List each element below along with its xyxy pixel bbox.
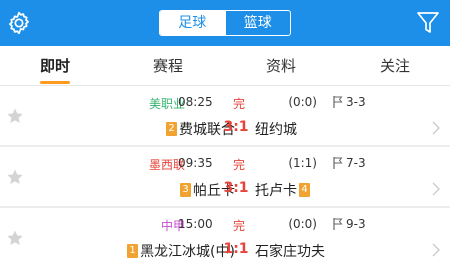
home-team: 1 黑龙江冰城(中) [127,241,235,261]
sport-switcher: 足球 篮球 [159,10,291,36]
home-rank-badge: 2 [166,122,177,136]
corner-flag-icon [333,157,343,169]
match-status: 完 [232,158,245,172]
away-team: 托卢卡 4 [255,180,310,200]
away-team-name: 纽约城 [255,122,297,138]
chevron-right-icon [432,243,440,257]
away-rank-badge: 4 [299,183,310,197]
chevron-right-icon [432,182,440,196]
main-tabs: 即时 赛程 资料 关注 [0,46,450,86]
match-row[interactable]: 美职业 08:25 完 (0:0) 3-3 2 费城联合 3:1 纽约城 [0,86,450,145]
match-status: 完 [232,219,245,233]
away-team: 石家庄功夫 [255,241,325,261]
match-time: 15:00 [178,217,213,231]
filter-button[interactable] [416,10,440,36]
half-time-score: (0:0) [288,217,317,231]
match-status: 完 [232,97,245,111]
match-list: 美职业 08:25 完 (0:0) 3-3 2 费城联合 3:1 纽约城 墨西联… [0,86,450,267]
match-row[interactable]: 墨西联 09:35 完 (1:1) 7-3 3 帕丘卡 3:1 托卢卡 4 [0,147,450,206]
half-time-score: (1:1) [288,156,317,170]
gear-icon [9,11,29,35]
match-score: 3:1 [223,119,249,135]
chevron-right-icon [432,121,440,135]
star-icon[interactable] [6,168,24,186]
match-score: 1:1 [223,241,249,257]
top-bar: 足球 篮球 [0,0,450,46]
away-team: 纽约城 [255,119,297,139]
settings-button[interactable] [6,10,32,36]
away-team-name: 石家庄功夫 [255,244,325,260]
segment-basketball[interactable]: 篮球 [224,11,291,35]
tab-data[interactable]: 资料 [241,46,321,86]
half-time-score: (0:0) [288,95,317,109]
tab-follow[interactable]: 关注 [355,46,435,86]
match-time: 08:25 [178,95,213,109]
filter-icon [417,12,439,33]
star-icon[interactable] [6,229,24,247]
match-row[interactable]: 中甲 15:00 完 (0:0) 9-3 1 黑龙江冰城(中) 1:1 石家庄功… [0,208,450,267]
tab-schedule[interactable]: 赛程 [128,46,208,86]
corner-count: 9-3 [346,217,366,231]
match-time: 09:35 [178,156,213,170]
corner-count: 3-3 [346,95,366,109]
star-icon[interactable] [6,107,24,125]
away-team-name: 托卢卡 [255,183,297,199]
home-rank-badge: 1 [127,244,139,258]
match-score: 3:1 [223,180,249,196]
segment-football[interactable]: 足球 [160,11,225,35]
active-tab-indicator [40,81,70,84]
tab-live[interactable]: 即时 [15,46,95,86]
corner-flag-icon [333,96,343,108]
corner-count: 7-3 [346,156,366,170]
corner-flag-icon [333,218,343,230]
home-rank-badge: 3 [180,183,191,197]
